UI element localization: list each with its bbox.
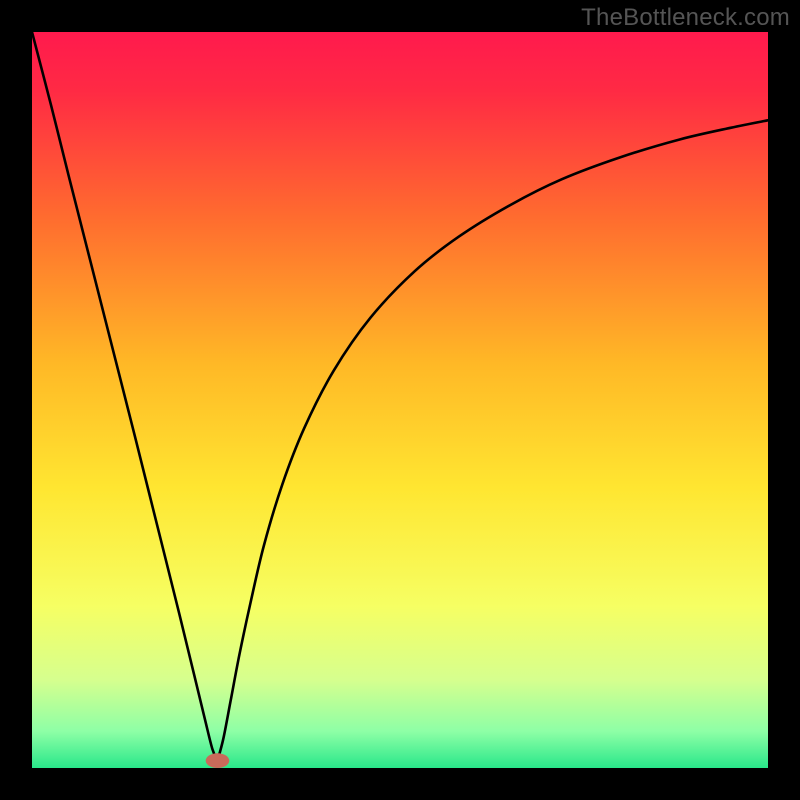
chart-svg [32,32,768,768]
watermark-text: TheBottleneck.com [581,4,790,32]
vertex-marker [206,753,230,768]
chart-canvas [32,32,768,768]
gradient-background [32,32,768,768]
outer-frame: TheBottleneck.com [0,0,800,800]
